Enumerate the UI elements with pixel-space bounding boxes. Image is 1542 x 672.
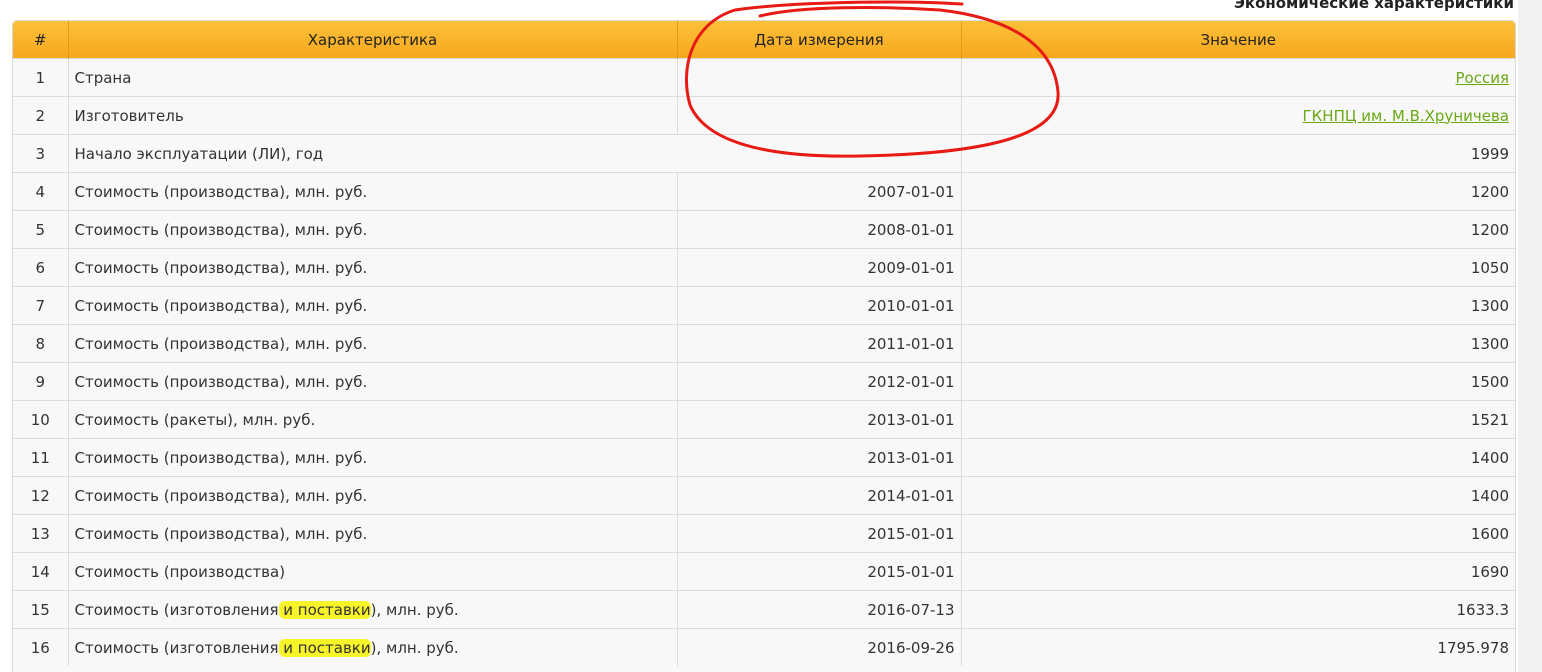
row-number: 16 [13, 628, 69, 666]
measurement-date-cell: 2014-01-01 [677, 476, 962, 515]
table-row: 8 Стоимость (производства), млн. руб. 2011… [13, 324, 1515, 363]
right-scroll-area [1518, 0, 1542, 672]
characteristic-cell: Стоимость (производства), млн. руб. [68, 476, 678, 515]
measurement-date-cell: 2016-09-26 [677, 628, 962, 666]
row-number: 8 [13, 324, 69, 363]
row-number: 6 [13, 248, 69, 287]
row-number: 12 [13, 476, 69, 515]
measurement-date-cell: 2009-01-01 [677, 248, 962, 287]
row-number: 11 [13, 438, 69, 477]
characteristic-cell: Стоимость (производства), млн. руб. [68, 248, 678, 287]
table-row: 5 Стоимость (производства), млн. руб. 2008… [13, 210, 1515, 249]
characteristics-table: # Характеристика Дата измерения Значение… [13, 21, 1515, 666]
highlighted-text: и поставки [278, 600, 371, 619]
row-number: 2 [13, 96, 69, 135]
value-link[interactable]: Россия [1456, 69, 1510, 87]
row-number: 14 [13, 552, 69, 591]
characteristic-cell: Стоимость (ракеты), млн. руб. [68, 400, 678, 439]
table-row: 10 Стоимость (ракеты), млн. руб. 2013-01-0… [13, 400, 1515, 439]
measurement-date-cell: 2016-07-13 [677, 590, 962, 629]
value-cell: 1050 [961, 248, 1515, 287]
value-cell: 1600 [961, 514, 1515, 553]
characteristic-cell: Страна [68, 58, 678, 97]
table-row: 3 Начало эксплуатации (ЛИ), год 1999 [13, 134, 1515, 173]
table-row: 14 Стоимость (производства) 2015-01-01 1690 [13, 552, 1515, 591]
column-header-number[interactable]: # [13, 21, 69, 59]
table-row: 16 Стоимость (изготовления и поставки), м… [13, 628, 1515, 666]
value-cell: 1400 [961, 438, 1515, 477]
row-number: 9 [13, 362, 69, 401]
value-cell: 1690 [961, 552, 1515, 591]
value-cell: 1795.978 [961, 628, 1515, 666]
row-number: 5 [13, 210, 69, 249]
row-number: 7 [13, 286, 69, 325]
table-body: 1 Страна Россия 2 Изготовитель ГКНПЦ им. М.В.… [13, 58, 1515, 666]
value-cell: ГКНПЦ им. М.В.Хруничева [961, 96, 1515, 135]
measurement-date-cell: 2012-01-01 [677, 362, 962, 401]
table-row: 2 Изготовитель ГКНПЦ им. М.В.Хруничева [13, 96, 1515, 135]
characteristic-cell: Стоимость (производства), млн. руб. [68, 172, 678, 211]
characteristic-cell: Начало эксплуатации (ЛИ), год [68, 134, 962, 173]
value-cell: 1400 [961, 476, 1515, 515]
characteristic-cell: Стоимость (изготовления и поставки), млн… [68, 628, 678, 666]
table-row: 7 Стоимость (производства), млн. руб. 2010… [13, 286, 1515, 325]
value-cell: 1999 [961, 134, 1515, 173]
section-caption: Экономические характеристики [1233, 0, 1514, 12]
table-row: 15 Стоимость (изготовления и поставки), м… [13, 590, 1515, 629]
characteristic-cell: Стоимость (производства), млн. руб. [68, 286, 678, 325]
column-header-characteristic[interactable]: Характеристика [68, 21, 678, 59]
characteristic-text: Стоимость (изготовления [74, 600, 279, 619]
measurement-date-cell: 2008-01-01 [677, 210, 962, 249]
characteristic-cell: Стоимость (производства), млн. руб. [68, 362, 678, 401]
characteristic-cell: Стоимость (изготовления и поставки), млн… [68, 590, 678, 629]
table-row: 11 Стоимость (производства), млн. руб. 201… [13, 438, 1515, 477]
value-cell: 1300 [961, 324, 1515, 363]
measurement-date-cell: 2010-01-01 [677, 286, 962, 325]
table-row: 9 Стоимость (производства), млн. руб. 2012… [13, 362, 1515, 401]
column-header-value[interactable]: Значение [961, 21, 1515, 59]
row-number: 10 [13, 400, 69, 439]
value-cell: Россия [961, 58, 1515, 97]
characteristic-cell: Стоимость (производства), млн. руб. [68, 514, 678, 553]
characteristics-table-container: # Характеристика Дата измерения Значение… [12, 20, 1516, 672]
measurement-date-cell: 2015-01-01 [677, 514, 962, 553]
value-cell: 1500 [961, 362, 1515, 401]
table-row: 13 Стоимость (производства), млн. руб. 201… [13, 514, 1515, 553]
characteristic-cell: Стоимость (производства) [68, 552, 678, 591]
row-number: 15 [13, 590, 69, 629]
row-number: 4 [13, 172, 69, 211]
value-link[interactable]: ГКНПЦ им. М.В.Хруничева [1303, 107, 1510, 125]
value-cell: 1200 [961, 210, 1515, 249]
table-row: 4 Стоимость (производства), млн. руб. 2007… [13, 172, 1515, 211]
measurement-date-cell [677, 58, 962, 97]
value-cell: 1633.3 [961, 590, 1515, 629]
measurement-date-cell: 2007-01-01 [677, 172, 962, 211]
column-header-date[interactable]: Дата измерения [677, 21, 962, 59]
value-cell: 1200 [961, 172, 1515, 211]
row-number: 13 [13, 514, 69, 553]
table-header-row: # Характеристика Дата измерения Значение [13, 21, 1515, 59]
measurement-date-cell: 2011-01-01 [677, 324, 962, 363]
highlighted-text: и поставки [278, 638, 371, 657]
characteristic-cell: Изготовитель [68, 96, 678, 135]
table-row: 12 Стоимость (производства), млн. руб. 201… [13, 476, 1515, 515]
table-row: 1 Страна Россия [13, 58, 1515, 97]
row-number: 1 [13, 58, 69, 97]
row-number: 3 [13, 134, 69, 173]
characteristic-cell: Стоимость (производства), млн. руб. [68, 438, 678, 477]
measurement-date-cell: 2013-01-01 [677, 438, 962, 477]
measurement-date-cell [677, 96, 962, 135]
characteristic-text: ), млн. руб. [370, 638, 459, 657]
characteristic-text: ), млн. руб. [370, 600, 459, 619]
measurement-date-cell: 2015-01-01 [677, 552, 962, 591]
value-cell: 1300 [961, 286, 1515, 325]
table-row: 6 Стоимость (производства), млн. руб. 2009… [13, 248, 1515, 287]
measurement-date-cell: 2013-01-01 [677, 400, 962, 439]
characteristic-cell: Стоимость (производства), млн. руб. [68, 210, 678, 249]
characteristic-text: Стоимость (изготовления [74, 638, 279, 657]
value-cell: 1521 [961, 400, 1515, 439]
characteristic-cell: Стоимость (производства), млн. руб. [68, 324, 678, 363]
